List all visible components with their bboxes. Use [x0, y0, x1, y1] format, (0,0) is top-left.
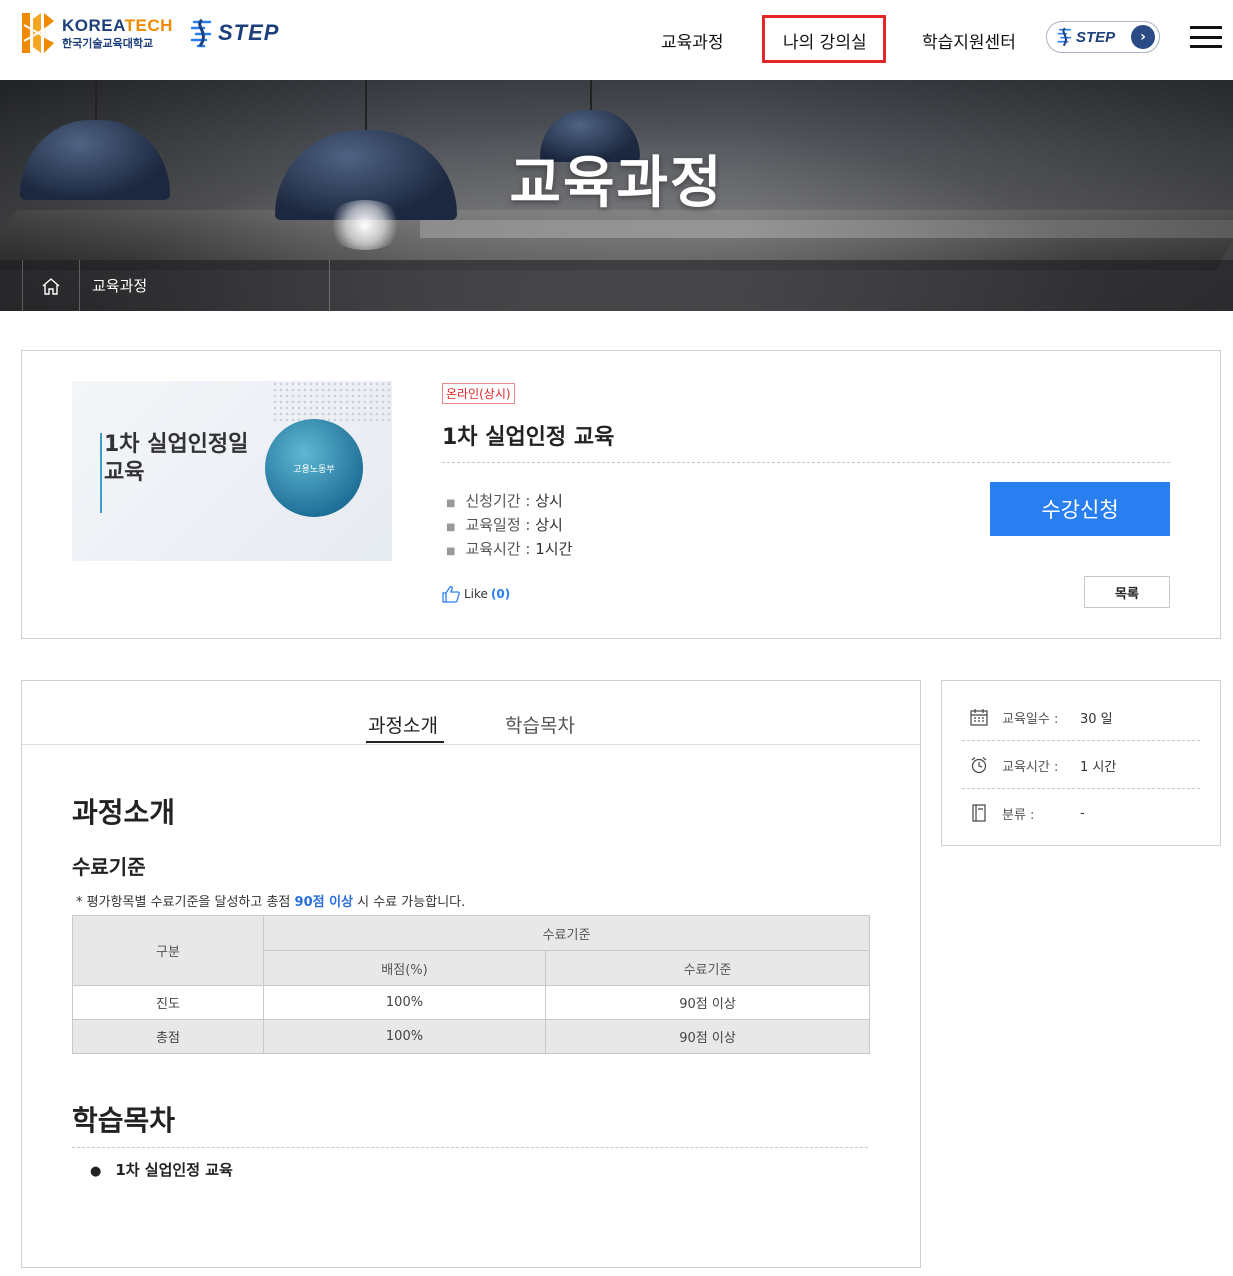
hero-banner: 교육과정 교육과정 — [0, 80, 1233, 311]
table-cell: 90점 이상 — [545, 985, 870, 1020]
side-label: 교육시간 : — [1002, 759, 1059, 775]
thumbnail-dot-pattern — [272, 381, 392, 421]
ministry-emblem-icon: 고용노동부 — [265, 419, 363, 517]
breadcrumb-divider — [329, 260, 330, 311]
active-tab-indicator — [366, 741, 444, 743]
table-header-group: 수료기준 — [263, 915, 870, 951]
hamburger-menu-icon[interactable] — [1190, 26, 1222, 48]
lamp-cord — [95, 80, 97, 120]
side-label: 교육일수 : — [1002, 711, 1059, 727]
tab-course-intro[interactable]: 과정소개 — [368, 711, 438, 738]
chevron-right-icon: › — [1131, 25, 1155, 49]
toc-heading: 학습목차 — [72, 1104, 176, 1137]
table-row: 총점 100% 90점 이상 — [72, 1019, 870, 1054]
table-cell: 100% — [263, 1019, 546, 1054]
side-info-days: 교육일수 : 30 일 — [962, 693, 1200, 741]
site-header: KOREATECH 한국기술교육대학교 STEP 교육과정 나의 강의실 학습지… — [0, 0, 1233, 80]
breadcrumb: 교육과정 — [0, 260, 1233, 311]
table-cell: 총점 — [72, 1019, 264, 1054]
lamp-cord — [590, 80, 592, 110]
nav-learning-support[interactable]: 학습지원센터 — [922, 28, 1016, 53]
step-link-button[interactable]: STEP › — [1046, 21, 1160, 53]
step-logo[interactable]: STEP — [190, 18, 279, 48]
course-side-info: 교육일수 : 30 일 교육시간 : 1 시간 분류 : - — [941, 680, 1221, 846]
info-schedule: ■ 교육일정 : 상시 — [446, 516, 563, 534]
tab-bar: 과정소개 학습목차 — [22, 681, 920, 745]
course-info-list: ■ 신청기간 : 상시 ■ 교육일정 : 상시 ■ 교육시간 : 1시간 — [446, 489, 572, 561]
nav-courses[interactable]: 교육과정 — [661, 28, 724, 53]
intro-heading: 과정소개 — [72, 796, 176, 829]
info-duration: ■ 교육시간 : 1시간 — [446, 540, 573, 558]
criteria-highlight: 90점 이상 — [294, 895, 354, 910]
course-thumbnail: 1차 실업인정일 교육 고용노동부 — [72, 381, 392, 561]
step-button-label: STEP — [1076, 28, 1116, 46]
alarm-clock-icon — [968, 754, 990, 776]
like-label: Like — [464, 587, 488, 601]
course-summary-card: 1차 실업인정일 교육 고용노동부 온라인(상시) 1차 실업인정 교육 ■ 신청… — [21, 350, 1221, 639]
like-count: (0) — [490, 587, 511, 601]
hero-title: 교육과정 — [509, 151, 724, 216]
enroll-button[interactable]: 수강신청 — [990, 482, 1170, 536]
side-value: 1 시간 — [1080, 759, 1117, 775]
step-small-icon — [1057, 27, 1072, 47]
breadcrumb-current[interactable]: 교육과정 — [92, 275, 147, 296]
criteria-note: * 평가항목별 수료기준을 달성하고 총점 90점 이상 시 수료 가능합니다. — [76, 895, 466, 910]
side-label: 분류 : — [1002, 807, 1035, 823]
logo-en-part1: KOREA — [62, 16, 125, 35]
breadcrumb-home[interactable] — [22, 260, 80, 311]
home-icon — [42, 277, 60, 295]
criteria-heading: 수료기준 — [72, 855, 146, 879]
list-button[interactable]: 목록 — [1084, 576, 1170, 608]
completion-criteria-table: 구분 수료기준 배점(%) 수료기준 진도 100% 90점 이상 총점 100… — [72, 915, 870, 1054]
course-type-badge: 온라인(상시) — [442, 383, 515, 404]
koreatech-emblem-icon — [22, 13, 54, 53]
toc-list-item: ● 1차 실업인정 교육 — [90, 1161, 233, 1179]
table-header-criteria: 수료기준 — [545, 950, 870, 986]
course-detail-panel: 과정소개 학습목차 과정소개 수료기준 * 평가항목별 수료기준을 달성하고 총… — [21, 680, 921, 1268]
like-button[interactable]: Like (0) — [442, 585, 510, 603]
ministry-label: 고용노동부 — [293, 464, 335, 475]
course-title: 1차 실업인정 교육 — [442, 425, 615, 450]
divider — [442, 462, 1170, 463]
book-icon — [968, 802, 990, 824]
table-header-score: 배점(%) — [263, 950, 546, 986]
table-cell: 100% — [263, 985, 546, 1020]
info-apply-period: ■ 신청기간 : 상시 — [446, 492, 563, 510]
table-cell: 진도 — [72, 985, 264, 1020]
tab-learning-toc[interactable]: 학습목차 — [505, 711, 575, 738]
table-cell: 90점 이상 — [545, 1019, 870, 1054]
divider — [72, 1147, 868, 1148]
thumbnail-title: 1차 실업인정일 교육 — [104, 432, 249, 485]
table-row: 진도 100% 90점 이상 — [72, 985, 870, 1020]
thumbs-up-icon — [442, 585, 460, 603]
calendar-icon — [968, 706, 990, 728]
thumbnail-accent-bar — [100, 433, 102, 513]
koreatech-logo[interactable]: KOREATECH 한국기술교육대학교 — [20, 11, 173, 55]
logo-en-part2: TECH — [124, 16, 173, 35]
side-value: - — [1080, 805, 1085, 821]
logo-korean-text: 한국기술교육대학교 — [62, 37, 154, 50]
table-header-category: 구분 — [72, 915, 264, 986]
step-emblem-icon — [190, 18, 212, 48]
lamp-cord — [365, 80, 367, 130]
side-info-hours: 교육시간 : 1 시간 — [962, 741, 1200, 789]
nav-highlight-box — [762, 15, 886, 63]
step-logo-text: STEP — [218, 20, 280, 45]
side-info-category: 분류 : - — [962, 789, 1200, 837]
side-value: 30 일 — [1080, 711, 1113, 727]
